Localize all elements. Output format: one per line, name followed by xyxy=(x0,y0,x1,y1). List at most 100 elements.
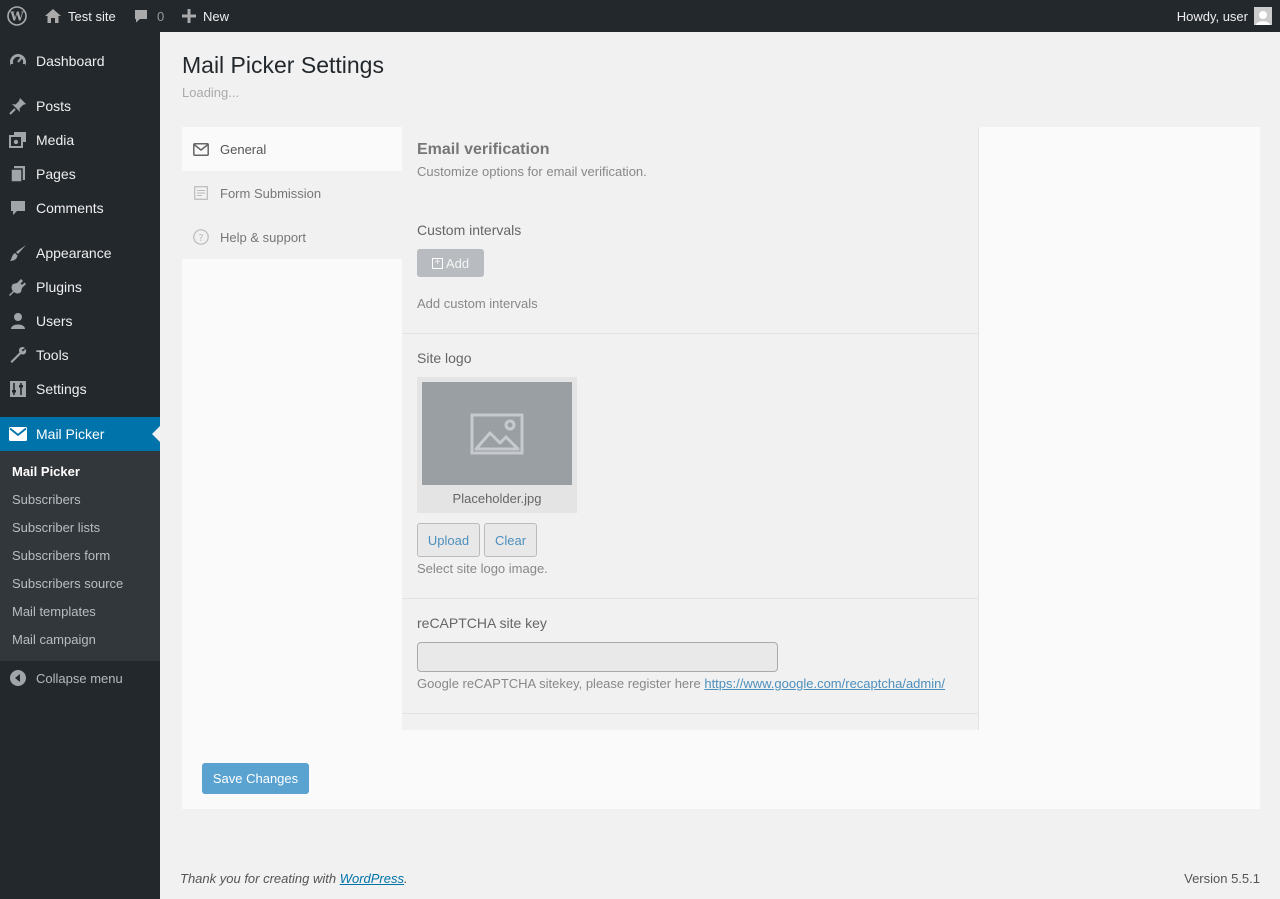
site-name-link[interactable]: Test site xyxy=(44,0,116,32)
tab-general[interactable]: General xyxy=(182,127,402,171)
sidebar-item-tools[interactable]: Tools xyxy=(0,338,160,372)
field-divider xyxy=(402,333,979,334)
sidebar-item-pages[interactable]: Pages xyxy=(0,157,160,191)
footer-version: Version 5.5.1 xyxy=(1184,871,1260,886)
submenu-item-subscribers-source[interactable]: Subscribers source xyxy=(12,576,123,591)
loading-text: Loading... xyxy=(182,85,240,100)
media-icon xyxy=(0,131,36,149)
comments-link[interactable]: 0 xyxy=(133,0,164,32)
admin-bar: W Test site 0 New Howdy, user xyxy=(0,0,1280,32)
site-logo-help: Select site logo image. xyxy=(417,561,548,576)
wordpress-link[interactable]: WordPress xyxy=(340,871,404,886)
section-title: Email verification xyxy=(417,141,550,158)
sidebar-item-posts[interactable]: Posts xyxy=(0,89,160,123)
home-icon xyxy=(44,8,62,24)
howdy-label: Howdy, user xyxy=(1176,8,1248,24)
pin-icon xyxy=(0,97,36,115)
envelope-outline-icon xyxy=(182,142,220,156)
collapse-menu-button[interactable]: Collapse menu xyxy=(0,666,160,690)
svg-text:W: W xyxy=(9,10,24,24)
image-placeholder-icon xyxy=(422,382,572,485)
recaptcha-help-text: Google reCAPTCHA sitekey, please registe… xyxy=(417,676,705,691)
field-divider xyxy=(402,598,979,599)
sidebar-item-plugins[interactable]: Plugins xyxy=(0,270,160,304)
plug-icon xyxy=(0,278,36,296)
sidebar-item-label: Pages xyxy=(36,166,76,182)
recaptcha-admin-link[interactable]: https://www.google.com/recaptcha/admin/ xyxy=(704,676,945,691)
sidebar-item-label: Mail Picker xyxy=(36,426,105,442)
sidebar-item-label: Media xyxy=(36,132,75,148)
sidebar-item-dashboard[interactable]: Dashboard xyxy=(0,44,160,78)
svg-text:?: ? xyxy=(198,233,203,244)
tab-help-support[interactable]: ? Help & support xyxy=(182,215,402,259)
sidebar-item-appearance[interactable]: Appearance xyxy=(0,236,160,270)
field-divider xyxy=(402,713,979,714)
page-title: Mail Picker Settings xyxy=(182,52,384,78)
avatar xyxy=(1254,7,1272,25)
custom-intervals-label: Custom intervals xyxy=(417,222,522,238)
recaptcha-label: reCAPTCHA site key xyxy=(417,615,547,631)
sidebar-item-label: Settings xyxy=(36,381,87,397)
submenu-item-subscribers-form[interactable]: Subscribers form xyxy=(12,548,110,563)
envelope-icon xyxy=(0,427,36,441)
save-changes-button[interactable]: Save Changes xyxy=(202,763,309,794)
wordpress-logo-icon[interactable]: W xyxy=(7,0,27,32)
recaptcha-help: Google reCAPTCHA sitekey, please registe… xyxy=(417,676,945,691)
account-menu[interactable]: Howdy, user xyxy=(1177,0,1272,32)
submenu-item-mail-picker[interactable]: Mail Picker xyxy=(12,464,80,479)
admin-sidebar: Dashboard Posts Media Pages Comments App… xyxy=(0,32,160,899)
add-button-label: Add xyxy=(445,255,470,271)
plus-square-icon: + xyxy=(431,257,443,269)
dashboard-icon xyxy=(0,52,36,70)
sidebar-item-label: Appearance xyxy=(36,245,112,261)
comments-count: 0 xyxy=(157,8,165,24)
sidebar-item-label: Dashboard xyxy=(36,53,105,69)
upload-button[interactable]: Upload xyxy=(417,523,480,557)
custom-intervals-help: Add custom intervals xyxy=(417,296,538,311)
plus-icon xyxy=(182,9,196,23)
collapse-menu-label: Collapse menu xyxy=(36,670,123,686)
form-icon xyxy=(182,186,220,200)
wrench-icon xyxy=(0,346,36,364)
footer-thanks: Thank you for creating with WordPress. xyxy=(180,871,408,886)
recaptcha-site-key-input[interactable] xyxy=(417,642,778,672)
sidebar-item-media[interactable]: Media xyxy=(0,123,160,157)
new-label: New xyxy=(203,8,230,24)
sidebar-item-mail-picker[interactable]: Mail Picker xyxy=(0,417,160,451)
sidebar-item-label: Posts xyxy=(36,98,72,114)
comment-icon xyxy=(133,8,149,24)
submenu-item-mail-campaign[interactable]: Mail campaign xyxy=(12,632,96,647)
site-name-label: Test site xyxy=(68,8,116,24)
site-logo-label: Site logo xyxy=(417,350,472,366)
clear-button[interactable]: Clear xyxy=(484,523,537,557)
collapse-arrow-icon xyxy=(0,669,36,687)
settings-icon xyxy=(0,380,36,398)
logo-file-name: Placeholder.jpg xyxy=(452,491,542,506)
mail-picker-submenu: Mail Picker Subscribers Subscriber lists… xyxy=(0,451,160,661)
sidebar-item-label: Comments xyxy=(36,200,104,216)
sidebar-item-label: Tools xyxy=(36,347,69,363)
submenu-item-mail-templates[interactable]: Mail templates xyxy=(12,604,96,619)
sidebar-item-label: Users xyxy=(36,313,73,329)
tab-label: General xyxy=(220,141,267,157)
new-content-link[interactable]: New xyxy=(182,0,229,32)
tab-label: Help & support xyxy=(220,229,306,245)
submenu-item-subscribers[interactable]: Subscribers xyxy=(12,492,81,507)
site-logo-preview: Placeholder.jpg xyxy=(417,377,577,513)
footer-thanks-prefix: Thank you for creating with xyxy=(180,871,340,886)
section-description: Customize options for email verification… xyxy=(417,164,647,179)
brush-icon xyxy=(0,244,36,262)
sidebar-item-settings[interactable]: Settings xyxy=(0,372,160,406)
footer-thanks-suffix: . xyxy=(404,871,408,886)
question-icon: ? xyxy=(182,229,220,245)
sidebar-item-comments[interactable]: Comments xyxy=(0,191,160,225)
comment-icon xyxy=(0,199,36,217)
sidebar-item-users[interactable]: Users xyxy=(0,304,160,338)
pages-icon xyxy=(0,165,36,183)
submenu-item-subscriber-lists[interactable]: Subscriber lists xyxy=(12,520,100,535)
user-icon xyxy=(0,312,36,330)
tab-form-submission[interactable]: Form Submission xyxy=(182,171,402,215)
sidebar-item-label: Plugins xyxy=(36,279,82,295)
add-interval-button[interactable]: + Add xyxy=(417,249,484,277)
tab-label: Form Submission xyxy=(220,185,322,201)
